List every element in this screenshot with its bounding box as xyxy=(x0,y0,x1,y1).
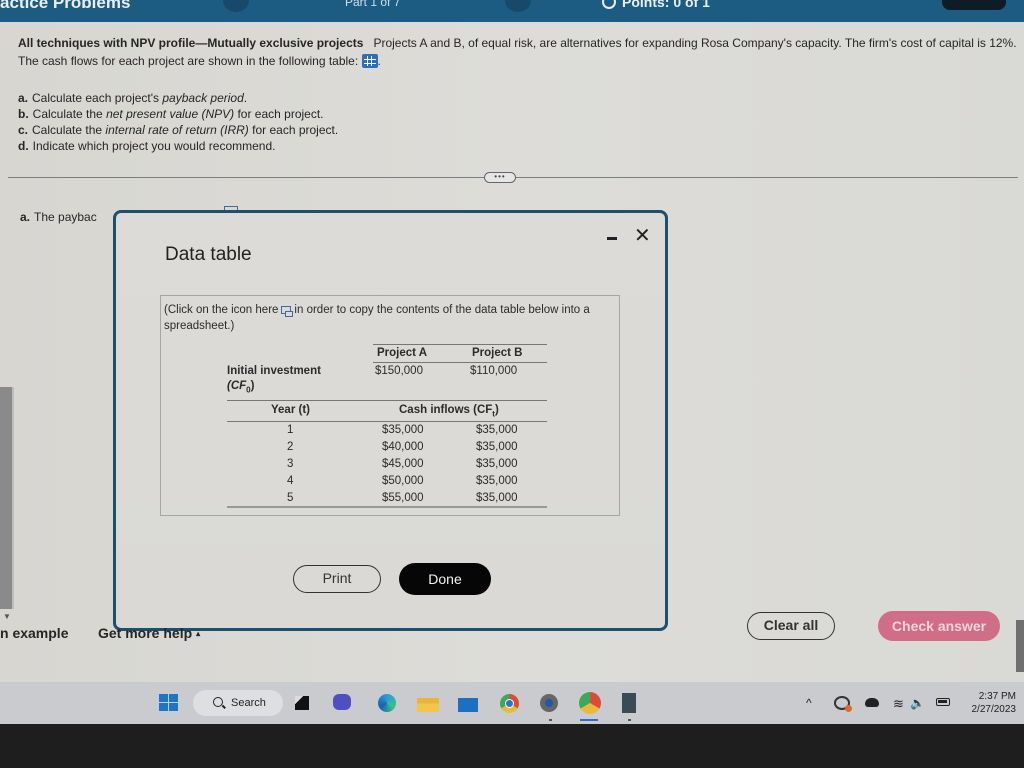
copy-note: (Click on the icon here in order to copy … xyxy=(164,304,590,332)
task-item: b. Calculate the net present value (NPV) … xyxy=(18,107,324,121)
task-view-icon[interactable] xyxy=(295,696,309,710)
data-table-grid-icon[interactable] xyxy=(361,54,378,68)
modal-title: Data table xyxy=(165,244,252,265)
system-clock[interactable]: 2:37 PM 2/27/2023 xyxy=(962,690,1017,716)
battery-icon[interactable] xyxy=(936,698,950,706)
clock-time: 2:37 PM xyxy=(978,691,1016,702)
header-action-button[interactable] xyxy=(942,0,1006,10)
project-b-cash-flow: $35,000 xyxy=(476,458,518,470)
windows-start-icon[interactable] xyxy=(159,694,179,712)
clear-all-button[interactable]: Clear all xyxy=(747,612,835,640)
teams-meet-icon[interactable] xyxy=(333,694,351,710)
question-text: All techniques with NPV profile—Mutually… xyxy=(18,36,1017,68)
caret-up-icon: ▴ xyxy=(196,629,201,638)
calculator-icon[interactable] xyxy=(622,693,636,713)
show-hidden-icons-chevron-icon[interactable]: ^ xyxy=(806,696,812,710)
year-cell: 1 xyxy=(287,424,294,436)
check-answer-button[interactable]: Check answer xyxy=(878,611,1000,641)
view-example-link[interactable]: n example xyxy=(0,625,68,641)
cash-inflows-header: Cash inflows (CFt) xyxy=(399,404,499,419)
app-title: actice Problems xyxy=(0,0,131,12)
data-table-modal: Data table ✕ (Click on the icon here in o… xyxy=(113,210,668,631)
project-a-cash-flow: $50,000 xyxy=(382,475,424,487)
project-a-cash-flow: $40,000 xyxy=(382,441,424,453)
active-app-indicator xyxy=(580,719,598,721)
taskbar: Search ^ ≋ 🔈 2:37 PM 2/27/2023 xyxy=(0,682,1024,724)
task-item: c. Calculate the internal rate of return … xyxy=(18,123,339,137)
initial-investment-b: $110,000 xyxy=(470,365,518,377)
close-icon[interactable]: ✕ xyxy=(634,226,651,246)
next-question-button[interactable] xyxy=(505,0,531,12)
chrome-profile-icon[interactable] xyxy=(579,692,601,714)
task-item: d. Indicate which project you would recom… xyxy=(18,139,276,153)
year-header: Year (t) xyxy=(271,404,310,416)
left-scrollbar[interactable]: ▼ xyxy=(0,387,14,621)
project-a-cash-flow: $55,000 xyxy=(382,492,424,504)
right-scrollbar[interactable] xyxy=(1016,620,1024,672)
screen-bezel xyxy=(0,724,1024,768)
progress-ring-icon xyxy=(602,0,616,9)
cf0-label: (CF0) xyxy=(227,380,255,395)
task-item: a. Calculate each project's payback perio… xyxy=(18,91,248,105)
year-cell: 2 xyxy=(287,441,294,453)
project-b-cash-flow: $35,000 xyxy=(476,475,518,487)
initial-investment-label: Initial investment xyxy=(227,365,321,377)
initial-investment-a: $150,000 xyxy=(375,365,423,377)
done-button[interactable]: Done xyxy=(399,563,491,595)
project-a-cash-flow: $35,000 xyxy=(382,424,424,436)
year-cell: 4 xyxy=(287,475,294,487)
file-explorer-icon[interactable] xyxy=(417,698,439,712)
onedrive-cloud-icon[interactable] xyxy=(865,698,879,707)
project-a-cash-flow: $45,000 xyxy=(382,458,424,470)
copy-to-spreadsheet-icon[interactable] xyxy=(281,306,294,317)
year-cell: 5 xyxy=(287,492,294,504)
search-icon xyxy=(213,697,223,707)
task-list: a. Calculate each project's payback perio… xyxy=(18,90,338,154)
project-b-cash-flow: $35,000 xyxy=(476,441,518,453)
col-header-project-b: Project B xyxy=(472,347,523,359)
edge-browser-icon[interactable] xyxy=(378,694,396,712)
wifi-icon[interactable]: ≋ xyxy=(893,696,904,712)
points-text: Points: 0 of 1 xyxy=(622,0,710,10)
col-header-project-a: Project A xyxy=(377,347,428,359)
question-heading: All techniques with NPV profile—Mutually… xyxy=(18,36,364,50)
project-b-cash-flow: $35,000 xyxy=(476,492,518,504)
answer-a-text: a. The paybac xyxy=(20,210,97,224)
taskbar-search[interactable]: Search xyxy=(193,690,283,716)
volume-icon[interactable]: 🔈 xyxy=(910,696,925,710)
mail-icon[interactable] xyxy=(458,698,478,712)
print-button[interactable]: Print xyxy=(293,565,381,593)
expand-more-button[interactable]: ••• xyxy=(484,172,516,183)
minimize-icon[interactable] xyxy=(607,237,617,240)
prev-question-button[interactable] xyxy=(223,0,249,12)
get-more-help-link[interactable]: Get more help ▴ xyxy=(98,625,200,641)
app-header: actice Problems Part 1 of 7 Points: 0 of… xyxy=(0,0,1024,22)
points-indicator: Points: 0 of 1 xyxy=(602,0,710,10)
project-b-cash-flow: $35,000 xyxy=(476,424,518,436)
settings-icon[interactable] xyxy=(540,694,558,712)
footer-bar: n example Get more help ▴ Clear all Check… xyxy=(0,611,1024,660)
data-table-container: (Click on the icon here in order to copy … xyxy=(160,295,620,516)
sync-icon[interactable] xyxy=(834,696,852,712)
chrome-icon[interactable] xyxy=(500,694,519,713)
part-indicator: Part 1 of 7 xyxy=(345,0,401,9)
year-cell: 3 xyxy=(287,458,294,470)
clock-date: 2/27/2023 xyxy=(971,704,1017,715)
